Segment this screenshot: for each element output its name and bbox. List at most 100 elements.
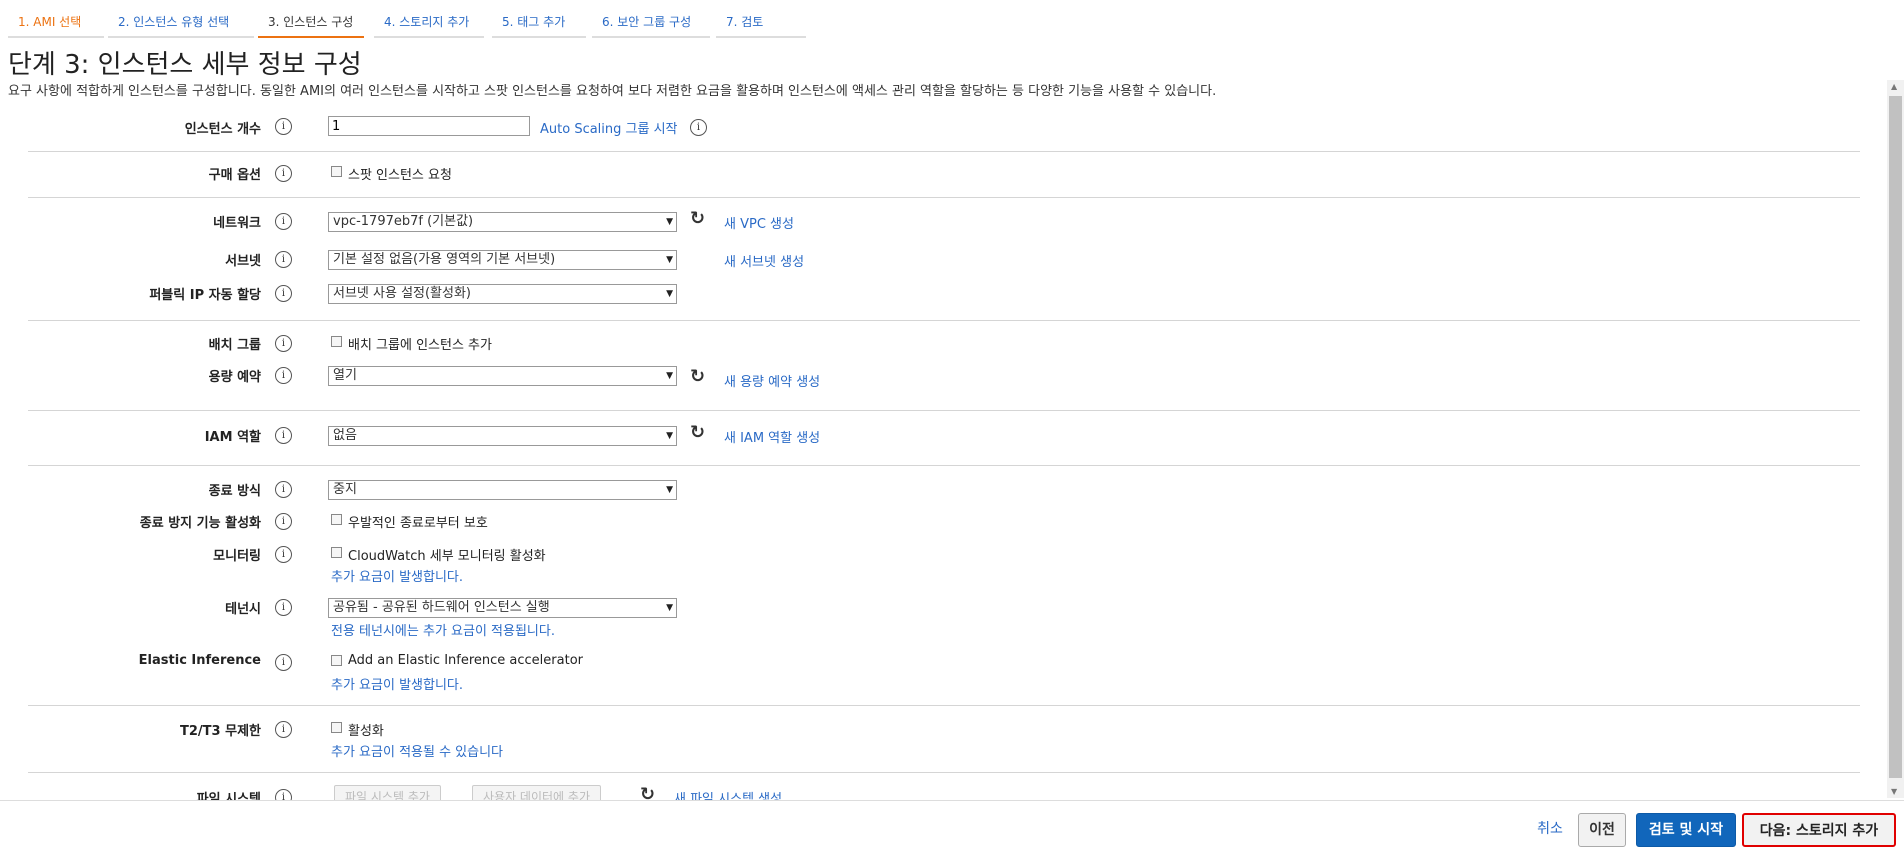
refresh-icon[interactable]: ↻ bbox=[690, 422, 705, 443]
info-icon[interactable]: i bbox=[275, 513, 292, 530]
create-vpc-link[interactable]: 새 VPC 생성 bbox=[724, 213, 794, 232]
scroll-up-icon[interactable]: ▲ bbox=[1891, 82, 1897, 91]
subnet-label: 서브넷 bbox=[225, 254, 261, 269]
divider bbox=[28, 705, 1860, 706]
divider bbox=[28, 465, 1860, 466]
tab-add-tags[interactable]: 5. 태그 추가 bbox=[492, 0, 586, 38]
info-icon[interactable]: i bbox=[275, 118, 292, 135]
info-icon[interactable]: i bbox=[275, 367, 292, 384]
chevron-down-icon: ▼ bbox=[666, 603, 673, 613]
subnet-select[interactable]: 기본 설정 없음(가용 영역의 기본 서브넷) ▼ bbox=[328, 250, 677, 270]
info-icon[interactable]: i bbox=[275, 481, 292, 498]
info-icon[interactable]: i bbox=[690, 119, 707, 136]
chevron-down-icon: ▼ bbox=[666, 217, 673, 227]
refresh-icon[interactable]: ↻ bbox=[690, 366, 705, 387]
scrollbar-thumb[interactable] bbox=[1889, 96, 1902, 778]
divider bbox=[28, 772, 1860, 773]
info-icon[interactable]: i bbox=[275, 654, 292, 671]
public-ip-select[interactable]: 서브넷 사용 설정(활성화) ▼ bbox=[328, 284, 677, 304]
monitoring-charge-note: 추가 요금이 발생합니다. bbox=[331, 570, 463, 585]
auto-scaling-link[interactable]: Auto Scaling 그룹 시작 bbox=[540, 118, 678, 137]
termination-protection-checkbox-label: 우발적인 종료로부터 보호 bbox=[348, 516, 488, 531]
info-icon[interactable]: i bbox=[275, 721, 292, 738]
info-icon[interactable]: i bbox=[275, 599, 292, 616]
info-icon[interactable]: i bbox=[275, 251, 292, 268]
chevron-down-icon: ▼ bbox=[666, 431, 673, 441]
purchase-option-label: 구매 옵션 bbox=[208, 168, 261, 183]
config-form: 인스턴스 개수 i Auto Scaling 그룹 시작 i 구매 옵션 i 스… bbox=[0, 108, 1876, 804]
subnet-value: 기본 설정 없음(가용 영역의 기본 서브넷) bbox=[333, 252, 556, 267]
wizard-tabs: 1. AMI 선택 2. 인스턴스 유형 선택 3. 인스턴스 구성 4. 스토… bbox=[0, 0, 1904, 40]
capacity-reservation-select[interactable]: 열기 ▼ bbox=[328, 366, 677, 386]
capacity-reservation-label: 용량 예약 bbox=[208, 370, 261, 385]
create-capacity-reservation-link[interactable]: 새 용량 예약 생성 bbox=[724, 371, 820, 390]
spot-instance-label: 스팟 인스턴스 요청 bbox=[348, 168, 452, 183]
shutdown-behavior-label: 종료 방식 bbox=[208, 484, 261, 499]
page-description: 요구 사항에 적합하게 인스턴스를 구성합니다. 동일한 AMI의 여러 인스턴… bbox=[8, 84, 1217, 99]
t2t3-charge-note: 추가 요금이 적용될 수 있습니다 bbox=[331, 745, 504, 760]
iam-role-label: IAM 역할 bbox=[204, 430, 261, 445]
placement-group-checkbox-label: 배치 그룹에 인스턴스 추가 bbox=[348, 338, 492, 353]
info-icon[interactable]: i bbox=[275, 427, 292, 444]
info-icon[interactable]: i bbox=[275, 285, 292, 302]
public-ip-value: 서브넷 사용 설정(활성화) bbox=[333, 286, 472, 301]
iam-role-select[interactable]: 없음 ▼ bbox=[328, 426, 677, 446]
t2t3-unlimited-checkbox-label: 활성화 bbox=[348, 724, 384, 739]
create-iam-role-link[interactable]: 새 IAM 역할 생성 bbox=[724, 427, 820, 446]
tenancy-value: 공유됨 - 공유된 하드웨어 인스턴스 실행 bbox=[333, 600, 550, 615]
elastic-inference-label: Elastic Inference bbox=[138, 653, 261, 668]
instance-count-input[interactable] bbox=[328, 116, 530, 136]
iam-role-value: 없음 bbox=[333, 428, 357, 443]
divider bbox=[28, 151, 1860, 152]
info-icon[interactable]: i bbox=[275, 546, 292, 563]
monitoring-label: 모니터링 bbox=[213, 549, 261, 564]
capacity-reservation-value: 열기 bbox=[333, 368, 357, 383]
tab-review[interactable]: 7. 검토 bbox=[716, 0, 806, 38]
elastic-inference-charge-note: 추가 요금이 발생합니다. bbox=[331, 678, 463, 693]
elastic-inference-checkbox[interactable] bbox=[331, 655, 342, 666]
termination-protection-checkbox[interactable] bbox=[331, 514, 342, 525]
network-value: vpc-1797eb7f (기본값) bbox=[333, 214, 474, 229]
tab-instance-type[interactable]: 2. 인스턴스 유형 선택 bbox=[108, 0, 254, 38]
tenancy-label: 테넌시 bbox=[225, 602, 261, 617]
page-title: 단계 3: 인스턴스 세부 정보 구성 bbox=[8, 50, 362, 80]
termination-protection-label: 종료 방지 기능 활성화 bbox=[139, 516, 261, 531]
chevron-down-icon: ▼ bbox=[666, 289, 673, 299]
chevron-down-icon: ▼ bbox=[666, 371, 673, 381]
previous-button[interactable]: 이전 bbox=[1578, 813, 1626, 847]
network-label: 네트워크 bbox=[213, 216, 261, 231]
t2t3-unlimited-checkbox[interactable] bbox=[331, 722, 342, 733]
tab-security-group[interactable]: 6. 보안 그룹 구성 bbox=[592, 0, 710, 38]
review-and-launch-button[interactable]: 검토 및 시작 bbox=[1636, 813, 1736, 847]
placement-group-label: 배치 그룹 bbox=[208, 338, 261, 353]
cloudwatch-monitoring-label: CloudWatch 세부 모니터링 활성화 bbox=[348, 549, 546, 564]
divider bbox=[28, 320, 1860, 321]
instance-count-label: 인스턴스 개수 bbox=[184, 122, 261, 137]
tab-ami[interactable]: 1. AMI 선택 bbox=[8, 0, 104, 38]
info-icon[interactable]: i bbox=[275, 165, 292, 182]
public-ip-label: 퍼블릭 IP 자동 할당 bbox=[149, 288, 261, 303]
spot-instance-checkbox[interactable] bbox=[331, 166, 342, 177]
next-add-storage-button[interactable]: 다음: 스토리지 추가 bbox=[1742, 813, 1896, 847]
info-icon[interactable]: i bbox=[275, 213, 292, 230]
info-icon[interactable]: i bbox=[275, 335, 292, 352]
tab-add-storage[interactable]: 4. 스토리지 추가 bbox=[374, 0, 484, 38]
refresh-icon[interactable]: ↻ bbox=[690, 208, 705, 229]
chevron-down-icon: ▼ bbox=[666, 485, 673, 495]
placement-group-checkbox[interactable] bbox=[331, 336, 342, 347]
vertical-scrollbar[interactable]: ▲ ▼ bbox=[1887, 80, 1904, 798]
create-subnet-link[interactable]: 새 서브넷 생성 bbox=[724, 251, 804, 270]
scroll-down-icon[interactable]: ▼ bbox=[1891, 787, 1897, 796]
divider bbox=[28, 410, 1860, 411]
tenancy-select[interactable]: 공유됨 - 공유된 하드웨어 인스턴스 실행 ▼ bbox=[328, 598, 677, 618]
cancel-button[interactable]: 취소 bbox=[1530, 813, 1570, 847]
tab-configure-instance[interactable]: 3. 인스턴스 구성 bbox=[258, 0, 364, 38]
divider bbox=[28, 197, 1860, 198]
wizard-footer: 취소 이전 검토 및 시작 다음: 스토리지 추가 bbox=[0, 800, 1904, 861]
shutdown-behavior-select[interactable]: 중지 ▼ bbox=[328, 480, 677, 500]
cloudwatch-monitoring-checkbox[interactable] bbox=[331, 547, 342, 558]
elastic-inference-checkbox-label: Add an Elastic Inference accelerator bbox=[348, 653, 583, 668]
t2t3-unlimited-label: T2/T3 무제한 bbox=[180, 724, 261, 739]
tenancy-charge-note: 전용 테넌시에는 추가 요금이 적용됩니다. bbox=[331, 624, 555, 639]
network-select[interactable]: vpc-1797eb7f (기본값) ▼ bbox=[328, 212, 677, 232]
